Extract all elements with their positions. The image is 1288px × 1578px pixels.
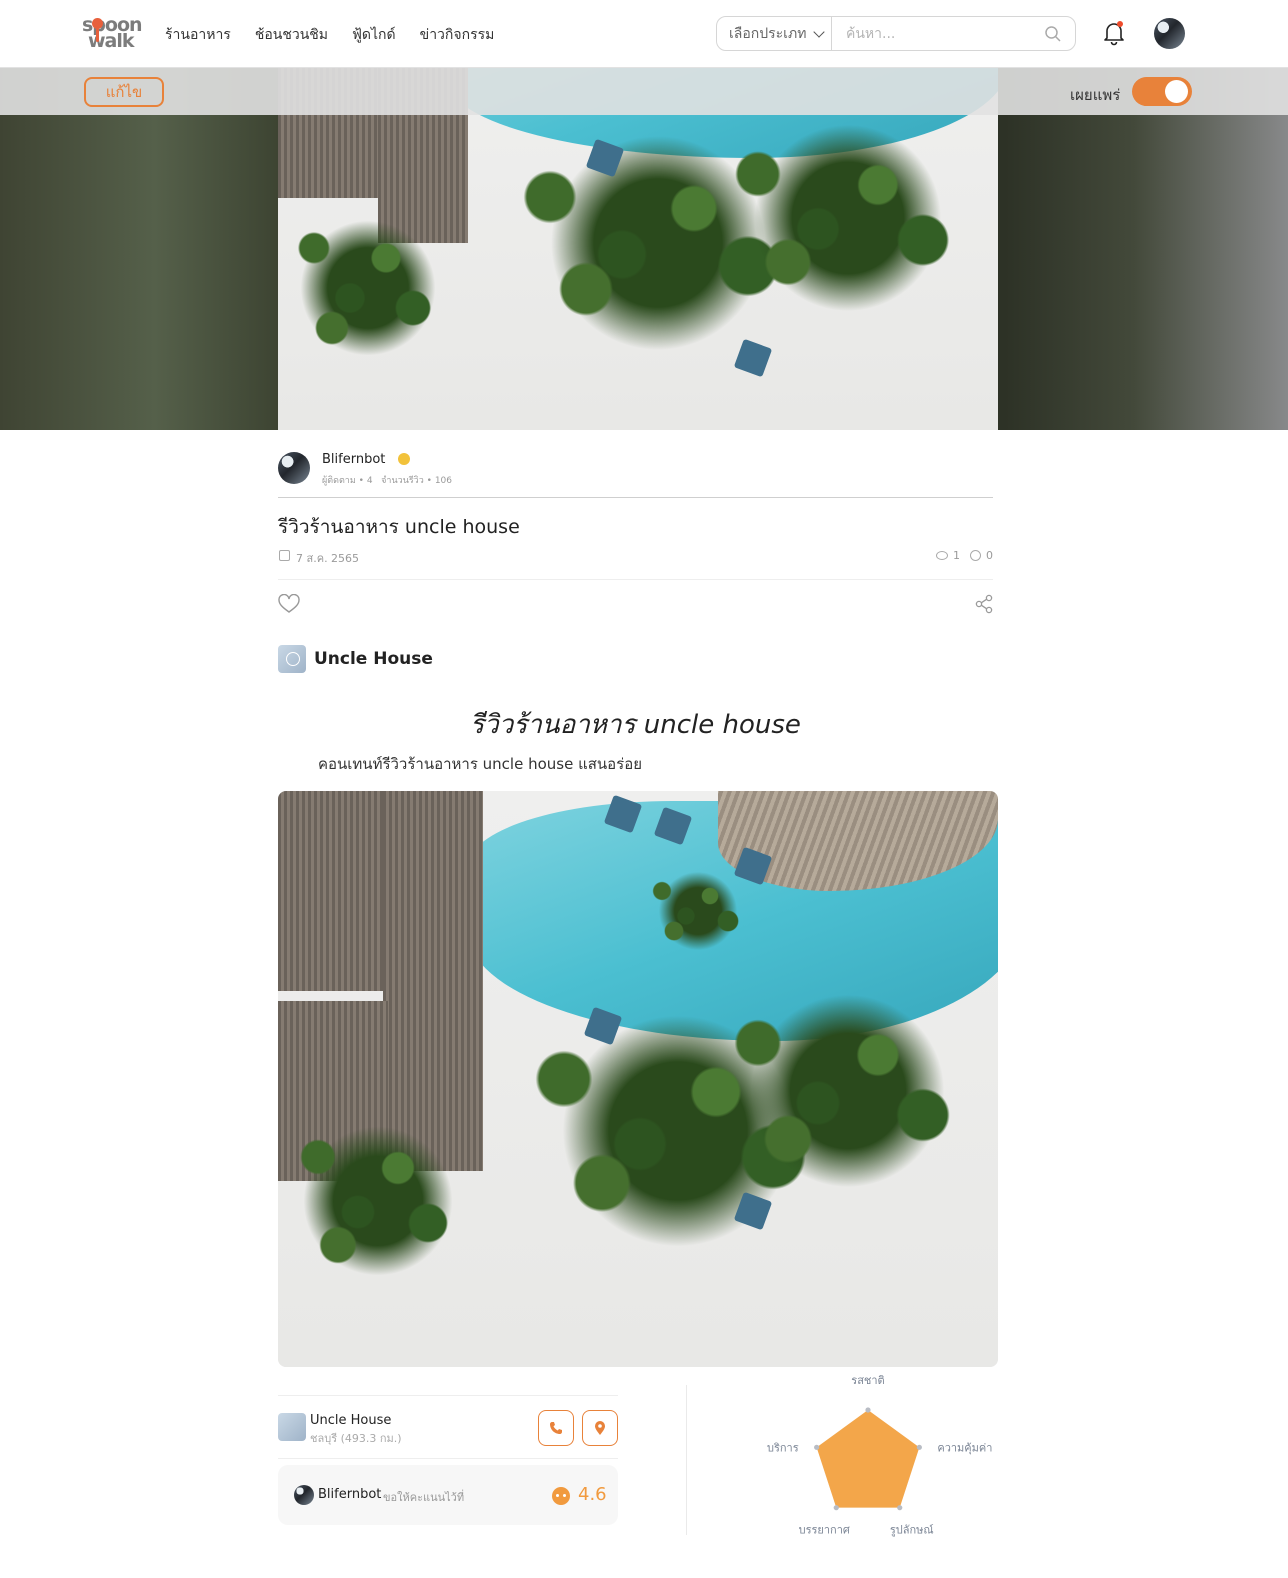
article-heading: รีวิวร้านอาหาร uncle house	[470, 710, 801, 740]
top-navbar: spoon walk ร้านอาหาร ช้อนชวนชิม ฟู้ดไกด์…	[0, 0, 1288, 68]
hero-image	[278, 68, 998, 430]
section-divider	[686, 1385, 687, 1535]
article-image	[278, 791, 998, 1367]
publish-label: เผยแพร่	[1070, 86, 1121, 104]
restaurant-location: ชลบุรี (493.3 กม.)	[310, 1432, 402, 1445]
author-avatar[interactable]	[278, 452, 310, 484]
reviewer-name: Blifernbot	[318, 1487, 382, 1502]
search-type-select[interactable]: เลือกประเภท	[717, 17, 832, 50]
view-count: 1	[953, 549, 960, 562]
radar-point	[814, 1444, 820, 1450]
author-meta: ผู้ติดตาม • 4 จำนวนรีวิว • 106	[322, 476, 453, 486]
nav-news[interactable]: ข่าวกิจกรรม	[420, 24, 495, 46]
followers-label: ผู้ติดตาม	[322, 476, 356, 486]
restaurant-name-small: Uncle House	[310, 1413, 392, 1428]
heart-icon[interactable]	[278, 594, 300, 614]
search-icon[interactable]	[1045, 26, 1061, 42]
rating-text: ขอให้คะแนนไว้ที่	[383, 1491, 465, 1504]
phone-icon	[550, 1422, 562, 1434]
radar-label-atmosphere: บรรยากาศ	[799, 1524, 850, 1537]
post-meta-row: 7 ส.ค. 2565 1 0	[278, 549, 993, 580]
restaurant-location-card[interactable]: Uncle House ชลบุรี (493.3 กม.)	[278, 1395, 618, 1459]
user-avatar[interactable]	[1154, 18, 1185, 49]
nav-restaurants[interactable]: ร้านอาหาร	[165, 24, 231, 46]
followers-count: 4	[366, 476, 373, 486]
restaurant-name: Uncle House	[314, 649, 433, 669]
restaurant-header[interactable]: Uncle House	[278, 645, 433, 673]
author-name[interactable]: Blifernbot	[322, 452, 385, 467]
rating-face-icon	[552, 1487, 570, 1505]
reviews-label: จำนวนรีวิว	[381, 476, 424, 486]
radar-point	[897, 1505, 903, 1511]
chevron-down-icon	[813, 26, 825, 38]
comment-icon	[970, 550, 981, 561]
radar-label-service: บริการ	[767, 1441, 799, 1454]
author-row: Blifernbot ผู้ติดตาม • 4 จำนวนรีวิว • 10…	[278, 450, 993, 498]
post-date: 7 ส.ค. 2565	[296, 552, 360, 565]
notification-bell-icon[interactable]	[1102, 20, 1126, 46]
map-pin-icon	[595, 1420, 605, 1435]
share-icon[interactable]	[974, 594, 994, 614]
search-type-label: เลือกประเภท	[729, 25, 807, 42]
search-bar: เลือกประเภท	[716, 16, 1076, 51]
radar-label-taste: รสชาติ	[851, 1374, 884, 1387]
hero-banner	[0, 68, 1288, 430]
reviewer-avatar	[294, 1485, 314, 1505]
spoonwalk-logo[interactable]: spoon walk	[82, 14, 144, 52]
restaurant-logo-small	[278, 1413, 306, 1441]
nav-food-guide[interactable]: ฟู้ดไกด์	[352, 24, 396, 46]
reviewer-rating-card: Blifernbot ขอให้คะแนนไว้ที่ 4.6	[278, 1465, 618, 1525]
admin-bar: แก้ไข เผยแพร่	[0, 68, 1288, 115]
restaurant-logo	[278, 645, 306, 673]
rating-score: 4.6	[578, 1484, 607, 1505]
notification-dot	[1117, 21, 1123, 27]
article-paragraph: คอนเทนท์รีวิวร้านอาหาร uncle house แสนอร…	[318, 755, 643, 773]
map-button[interactable]	[582, 1410, 618, 1446]
radar-point	[833, 1505, 839, 1511]
logo-pin-stem	[96, 28, 99, 42]
publish-toggle[interactable]	[1132, 77, 1192, 106]
call-button[interactable]	[538, 1410, 574, 1446]
calendar-icon	[279, 550, 290, 561]
radar-label-value: ความคุ้มค่า	[937, 1441, 992, 1454]
edit-button[interactable]: แก้ไข	[84, 77, 164, 107]
reviews-count: 106	[434, 476, 453, 486]
comment-count: 0	[986, 549, 993, 562]
radar-label-appearance: รูปลักษณ์	[890, 1524, 934, 1537]
search-input[interactable]	[846, 25, 1031, 42]
eye-icon	[936, 551, 948, 560]
radar-point	[916, 1444, 922, 1450]
nav-spoon-invite[interactable]: ช้อนชวนชิม	[255, 24, 328, 46]
post-title: รีวิวร้านอาหาร uncle house	[278, 516, 520, 538]
radar-point	[865, 1407, 871, 1413]
main-nav: ร้านอาหาร ช้อนชวนชิม ฟู้ดไกด์ ข่าวกิจกรร…	[165, 24, 494, 46]
radar-value-area	[816, 1410, 920, 1508]
rating-radar-chart: รสชาติ ความคุ้มค่า รูปลักษณ์ บรรยากาศ บร…	[767, 1374, 992, 1537]
logo-text-bottom: walk	[88, 30, 135, 52]
verified-badge-icon	[398, 453, 410, 465]
toggle-knob	[1165, 80, 1188, 103]
